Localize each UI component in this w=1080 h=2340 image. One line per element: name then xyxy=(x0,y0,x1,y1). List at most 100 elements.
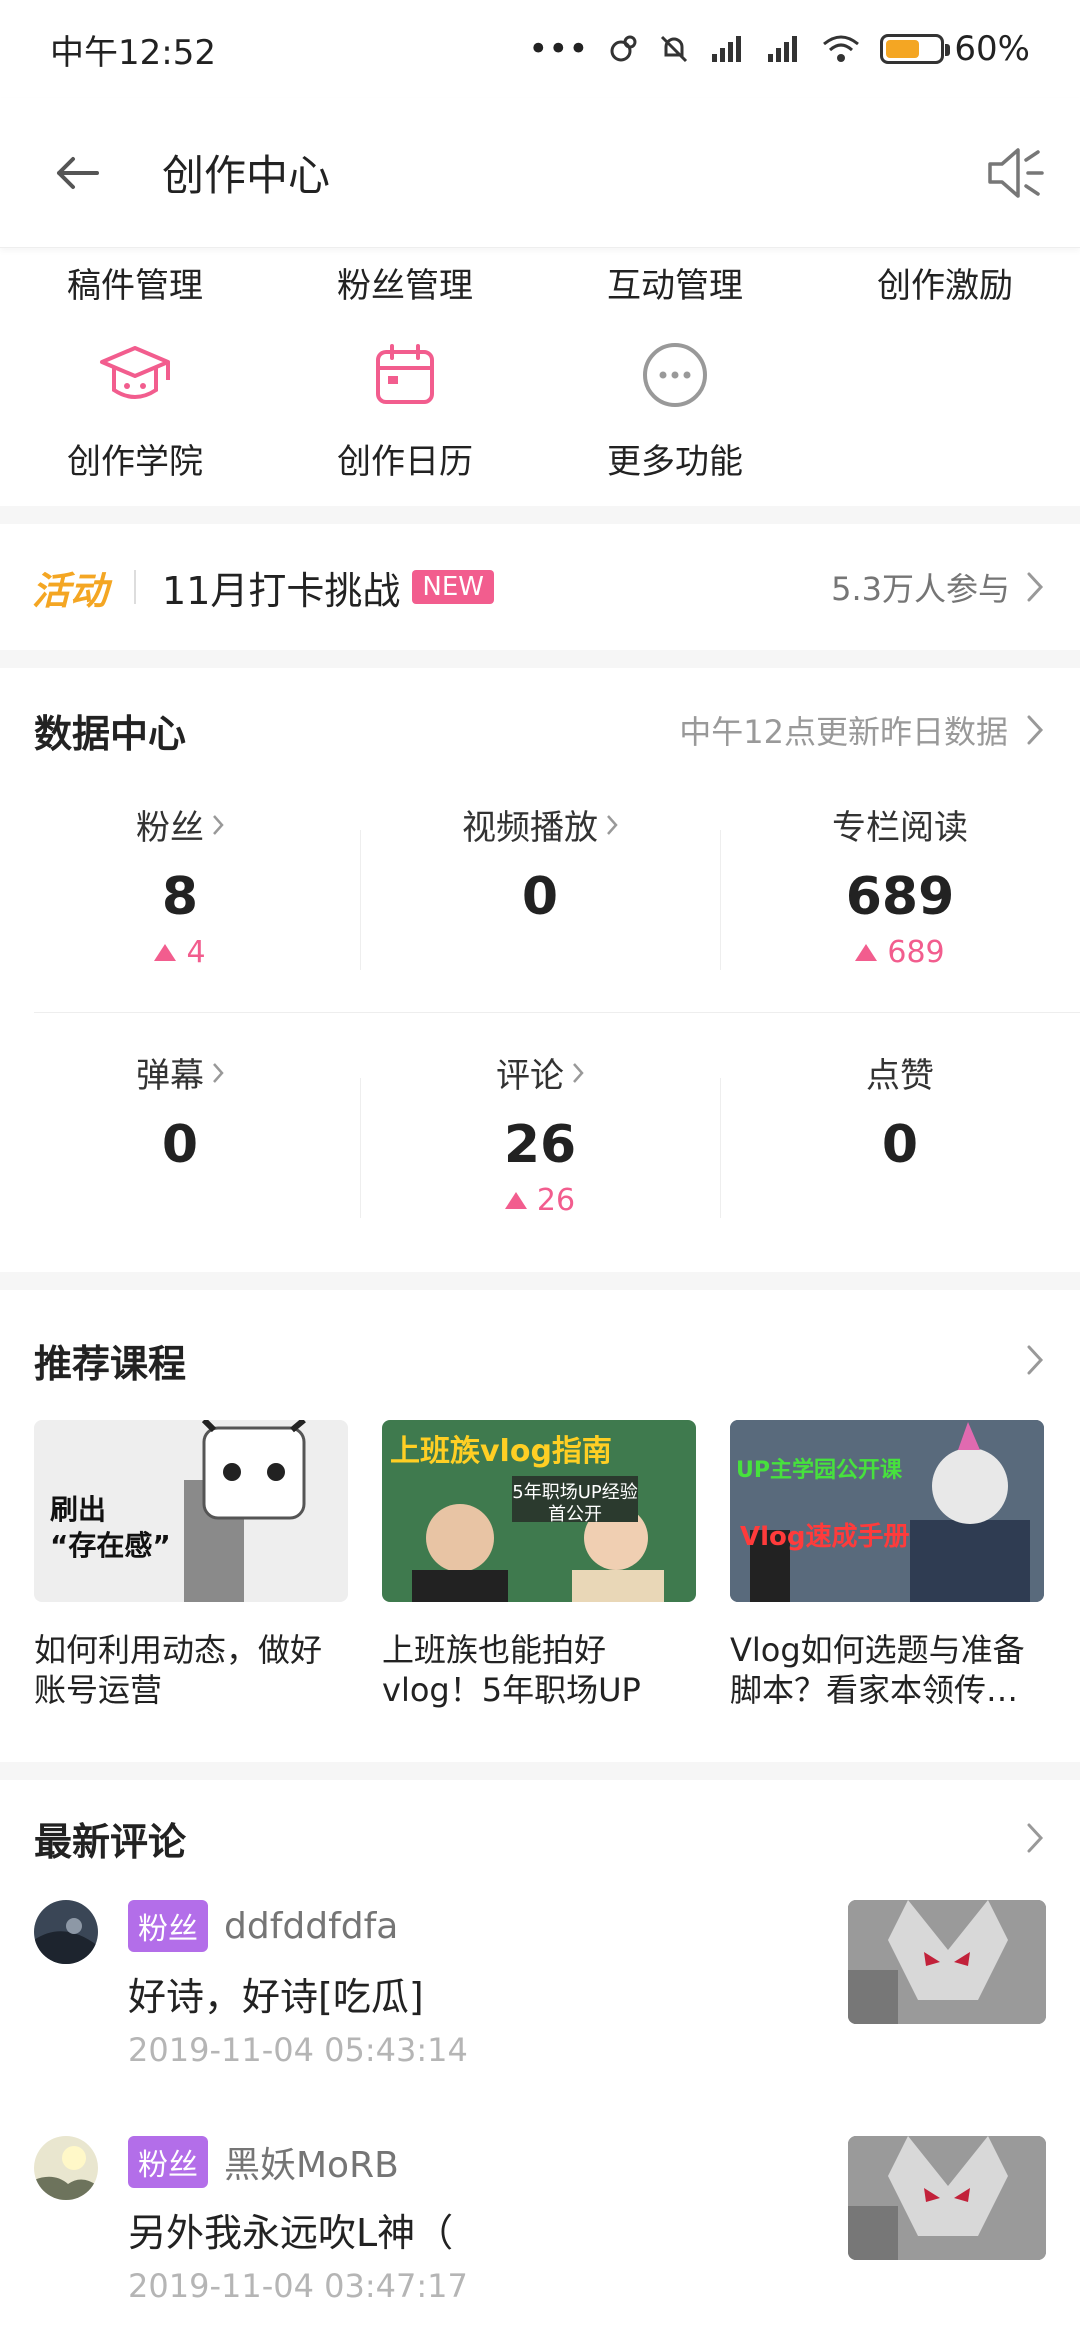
comments-title: 最新评论 xyxy=(34,1819,187,1864)
tool-creator-incentive[interactable]: 创作激励 xyxy=(810,248,1080,318)
course-thumbnail: UP主学园公开课 Vlog速成手册 xyxy=(730,1420,1044,1602)
data-center-header: 数据中心 中午12点更新昨日数据 xyxy=(34,700,1044,760)
stat-danmaku[interactable]: 弹幕 0 xyxy=(0,1048,360,1218)
tool-interaction-manage[interactable]: 互动管理 xyxy=(540,248,810,318)
stat-likes[interactable]: 点赞 0 xyxy=(720,1048,1080,1218)
tool-creator-calendar[interactable]: 创作日历 xyxy=(270,338,540,488)
tool-more-functions[interactable]: 更多功能 xyxy=(540,338,810,488)
chevron-right-icon xyxy=(1027,715,1044,745)
battery: 60% xyxy=(880,29,1030,69)
participants-count: 5.3万人参与 xyxy=(831,570,1010,608)
new-badge: NEW xyxy=(412,570,494,604)
chevron-right-icon xyxy=(1027,572,1044,602)
activity-participants: 5.3万人参与 xyxy=(831,564,1044,610)
status-bar: 中午12:52 ••• 60% xyxy=(0,0,1080,98)
back-button[interactable] xyxy=(38,133,118,213)
stat-label: 弹幕 xyxy=(136,1048,224,1097)
avatar[interactable] xyxy=(34,1900,98,1964)
comment-meta: 粉丝 黑妖MoRB xyxy=(128,2136,848,2188)
delta-value: 689 xyxy=(887,935,945,970)
tools-row-bottom: 创作学院 创作日历 更多功能 xyxy=(0,338,1080,488)
comment-time: 2019-11-04 05:43:14 xyxy=(128,2031,468,2069)
tool-label: 创作学院 xyxy=(67,442,203,482)
chevron-right-icon[interactable] xyxy=(1026,1344,1044,1376)
stat-label: 评论 xyxy=(496,1048,584,1097)
up-triangle-icon xyxy=(504,1192,527,1209)
comment-username[interactable]: ddfddfdfa xyxy=(224,1906,398,1947)
course-card[interactable]: 刷出 “存在感” 如何利用动态，做好账号运营 xyxy=(34,1420,348,1710)
tool-creator-academy[interactable]: 创作学院 xyxy=(0,338,270,488)
tool-manuscript-manage[interactable]: 稿件管理 xyxy=(0,248,270,318)
course-title: 上班族也能拍好vlog！5年职场UP经… xyxy=(382,1631,641,1709)
comment-item[interactable]: 粉丝 ddfddfdfa 好诗，好诗[吃瓜] 2019-11-04 05:43:… xyxy=(34,1900,1046,2110)
stat-label: 粉丝 xyxy=(136,800,224,849)
thumb-text: 刷出 xyxy=(50,1493,107,1526)
stats-row-1: 粉丝 8 4 视频播放 0 专栏阅读 689 689 xyxy=(0,800,1080,970)
stat-comments[interactable]: 评论 26 26 xyxy=(360,1048,720,1218)
stat-label-text: 评论 xyxy=(496,1056,564,1096)
status-icons: ••• 60% xyxy=(528,29,1030,69)
fan-badge: 粉丝 xyxy=(128,1900,208,1952)
tool-fans-manage[interactable]: 粉丝管理 xyxy=(270,248,540,318)
comment-item[interactable]: 粉丝 黑妖MoRB 另外我永远吹L神（ 2019-11-04 03:47:17 xyxy=(34,2136,1046,2340)
top-bar: 创作中心 xyxy=(0,98,1080,248)
data-update-link[interactable]: 中午12点更新昨日数据 xyxy=(679,707,1044,753)
calendar-icon xyxy=(368,338,442,412)
chevron-right-icon[interactable] xyxy=(1026,1822,1044,1854)
stat-column-reads[interactable]: 专栏阅读 689 689 xyxy=(720,800,1080,970)
comment-video-thumbnail[interactable] xyxy=(848,1900,1046,2024)
activity-banner[interactable]: 活动 11月打卡挑战 NEW 5.3万人参与 xyxy=(0,524,1080,650)
stat-label-text: 点赞 xyxy=(866,1056,934,1096)
course-title: Vlog如何选题与准备脚本？看家本领传… xyxy=(730,1631,1025,1709)
divider xyxy=(34,1012,1080,1013)
avatar[interactable] xyxy=(34,2136,98,2200)
tool-label: 创作日历 xyxy=(337,442,473,482)
tools-row-top: 稿件管理 粉丝管理 互动管理 创作激励 xyxy=(0,248,1080,318)
signal-hd-icon xyxy=(768,36,798,62)
stat-fans[interactable]: 粉丝 8 4 xyxy=(0,800,360,970)
arrow-left-icon xyxy=(57,156,99,189)
thumb-text: 上班族vlog指南 xyxy=(390,1434,612,1469)
stat-label-text: 视频播放 xyxy=(462,808,598,848)
course-card[interactable]: 上班族vlog指南 5年职场UP经验首公开 上班族也能拍好vlog！5年职场UP… xyxy=(382,1420,696,1710)
chevron-right-icon xyxy=(213,814,224,835)
divider xyxy=(134,570,137,604)
activity-tag: 活动 xyxy=(32,568,109,613)
divider xyxy=(0,650,1080,668)
stat-label: 专栏阅读 xyxy=(832,800,968,849)
divider xyxy=(720,830,721,970)
stat-value: 8 xyxy=(161,867,199,927)
stats-row-2: 弹幕 0 评论 26 26 点赞 0 xyxy=(0,1048,1080,1218)
data-center-title: 数据中心 xyxy=(34,711,187,756)
battery-icon xyxy=(880,34,951,64)
stat-label-text: 弹幕 xyxy=(136,1056,204,1096)
speaker-icon[interactable] xyxy=(984,146,1044,200)
course-title: 如何利用动态，做好账号运营 xyxy=(34,1631,323,1709)
comment-text: 好诗，好诗[吃瓜] xyxy=(128,1975,424,2019)
stat-value: 26 xyxy=(503,1115,577,1175)
thumb-text: 5年职场UP经验首公开 xyxy=(512,1482,638,1525)
stat-label-text: 粉丝 xyxy=(136,808,204,848)
thumb-text: “存在感” xyxy=(50,1529,171,1562)
divider xyxy=(0,506,1080,524)
link-icon xyxy=(610,35,637,62)
stat-video-plays[interactable]: 视频播放 0 xyxy=(360,800,720,970)
comment-video-thumbnail[interactable] xyxy=(848,2136,1046,2260)
stat-delta: 4 xyxy=(154,935,206,970)
status-time: 中午12:52 xyxy=(50,32,216,73)
graduation-cap-icon xyxy=(98,338,172,412)
stat-label: 点赞 xyxy=(866,1048,934,1097)
delta-value: 26 xyxy=(536,1183,576,1218)
divider xyxy=(360,830,361,970)
more-dots-icon: ••• xyxy=(528,29,589,69)
update-note: 中午12点更新昨日数据 xyxy=(679,713,1008,751)
chevron-right-icon xyxy=(573,1062,584,1083)
stat-label-text: 专栏阅读 xyxy=(832,808,968,848)
comment-body: 粉丝 黑妖MoRB 另外我永远吹L神（ 2019-11-04 03:47:17 xyxy=(128,2136,848,2305)
divider xyxy=(720,1078,721,1218)
course-card[interactable]: UP主学园公开课 Vlog速成手册 Vlog如何选题与准备脚本？看家本领传… xyxy=(730,1420,1044,1710)
comment-username[interactable]: 黑妖MoRB xyxy=(224,2136,399,2188)
activity-title: 11月打卡挑战 xyxy=(162,568,401,613)
course-list: 刷出 “存在感” 如何利用动态，做好账号运营 上班族vlog指南 5年职场UP经… xyxy=(34,1420,1046,1710)
comment-body: 粉丝 ddfddfdfa 好诗，好诗[吃瓜] 2019-11-04 05:43:… xyxy=(128,1900,848,2069)
